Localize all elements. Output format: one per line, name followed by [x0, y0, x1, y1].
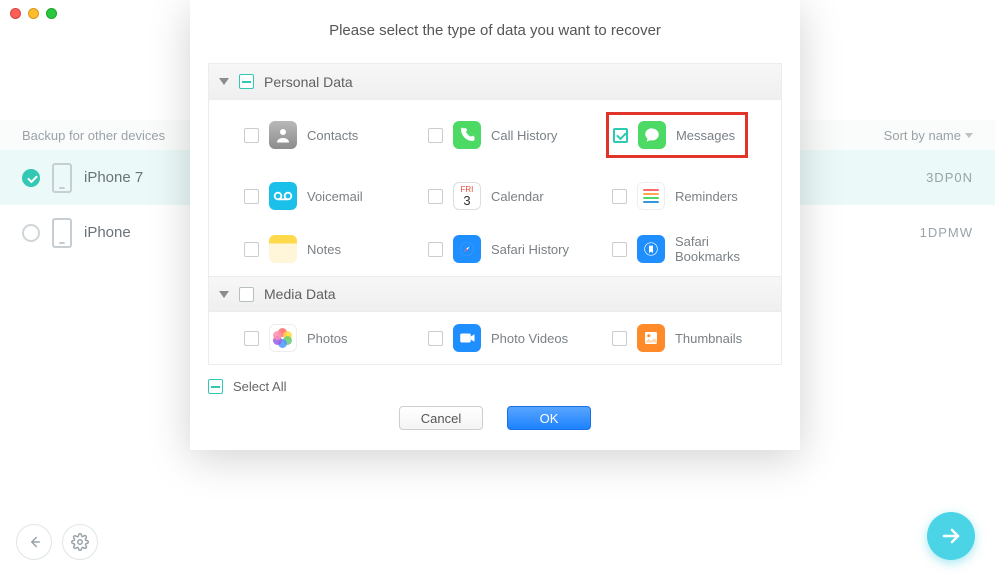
item-label-safarihx: Safari History — [491, 242, 569, 257]
data-type-item-messages[interactable]: Messages — [587, 112, 771, 158]
notes-icon — [269, 235, 297, 263]
device-radio[interactable] — [22, 224, 40, 242]
phone-icon — [52, 163, 72, 193]
item-checkbox-safaribm[interactable] — [612, 242, 627, 257]
reminders-icon — [637, 182, 665, 210]
gear-icon — [71, 533, 89, 551]
item-label-safaribm: Safari Bookmarks — [675, 234, 771, 264]
data-type-item-callhistory[interactable]: Call History — [403, 112, 587, 158]
cancel-button[interactable]: Cancel — [399, 406, 483, 430]
data-type-item-voicemail[interactable]: Voicemail — [219, 182, 403, 210]
item-label-thumbs: Thumbnails — [675, 331, 742, 346]
arrow-left-icon — [25, 533, 43, 551]
section-title-media: Media Data — [264, 286, 336, 302]
items-row: Voicemail FRI3 Calendar Reminders — [209, 170, 781, 222]
window-close-button[interactable] — [10, 8, 21, 19]
phone-icon — [52, 218, 72, 248]
calendar-icon: FRI3 — [453, 182, 481, 210]
item-checkbox-calendar[interactable] — [428, 189, 443, 204]
safaribm-icon — [637, 235, 665, 263]
modal-body: Personal Data Contacts Call History Message… — [208, 63, 782, 365]
callhistory-icon — [453, 121, 481, 149]
item-label-notes: Notes — [307, 242, 341, 257]
select-all-row: Select All — [208, 379, 782, 394]
cancel-label: Cancel — [421, 411, 461, 426]
item-checkbox-callhistory[interactable] — [428, 128, 443, 143]
settings-button[interactable] — [62, 524, 98, 560]
device-name: iPhone — [84, 224, 184, 241]
items-row: Contacts Call History Messages — [209, 100, 781, 170]
item-checkbox-thumbs[interactable] — [612, 331, 627, 346]
device-code: 3DP0N — [926, 170, 973, 185]
safarihx-icon — [453, 235, 481, 263]
data-type-item-safarihx[interactable]: Safari History — [403, 234, 587, 264]
data-type-item-reminders[interactable]: Reminders — [587, 182, 771, 210]
item-label-calendar: Calendar — [491, 189, 544, 204]
footer-controls — [16, 524, 98, 560]
data-type-item-photovids[interactable]: Photo Videos — [403, 324, 587, 352]
section-header-media: Media Data — [209, 276, 781, 312]
modal-title: Please select the type of data you want … — [190, 0, 800, 63]
data-type-item-notes[interactable]: Notes — [219, 234, 403, 264]
photos-icon — [269, 324, 297, 352]
photovids-icon — [453, 324, 481, 352]
window-minimize-button[interactable] — [28, 8, 39, 19]
item-checkbox-photos[interactable] — [244, 331, 259, 346]
item-label-callhistory: Call History — [491, 128, 557, 143]
data-type-item-contacts[interactable]: Contacts — [219, 112, 403, 158]
next-button[interactable] — [927, 512, 975, 560]
item-label-photovids: Photo Videos — [491, 331, 568, 346]
sort-label-text: Sort by name — [884, 128, 961, 143]
item-checkbox-contacts[interactable] — [244, 128, 259, 143]
modal-button-row: Cancel OK — [208, 406, 782, 430]
data-type-item-safaribm[interactable]: Safari Bookmarks — [587, 234, 771, 264]
data-type-item-photos[interactable]: Photos — [219, 324, 403, 352]
data-type-item-thumbs[interactable]: Thumbnails — [587, 324, 771, 352]
thumbs-icon — [637, 324, 665, 352]
item-checkbox-safarihx[interactable] — [428, 242, 443, 257]
messages-icon — [638, 121, 666, 149]
ok-label: OK — [540, 411, 559, 426]
expand-toggle-media[interactable] — [219, 291, 229, 298]
item-label-reminders: Reminders — [675, 189, 738, 204]
backup-for-other-label: Backup for other devices — [22, 128, 165, 143]
item-checkbox-reminders[interactable] — [612, 189, 627, 204]
select-all-checkbox[interactable] — [208, 379, 223, 394]
device-code: 1DPMW — [920, 225, 973, 240]
data-type-selection-modal: Please select the type of data you want … — [190, 0, 800, 450]
item-label-messages: Messages — [676, 128, 735, 143]
item-checkbox-voicemail[interactable] — [244, 189, 259, 204]
section-title-personal: Personal Data — [264, 74, 353, 90]
items-row: Photos Photo Videos Thumbnails — [209, 312, 781, 364]
item-checkbox-messages[interactable] — [613, 128, 628, 143]
section-header-personal: Personal Data — [209, 64, 781, 100]
item-checkbox-photovids[interactable] — [428, 331, 443, 346]
items-row: Notes Safari History Safari Bookmarks — [209, 222, 781, 276]
section-checkbox-media[interactable] — [239, 287, 254, 302]
item-label-voicemail: Voicemail — [307, 189, 363, 204]
item-label-contacts: Contacts — [307, 128, 358, 143]
contacts-icon — [269, 121, 297, 149]
data-type-item-calendar[interactable]: FRI3 Calendar — [403, 182, 587, 210]
window-zoom-button[interactable] — [46, 8, 57, 19]
section-checkbox-personal[interactable] — [239, 74, 254, 89]
item-label-photos: Photos — [307, 331, 347, 346]
arrow-right-icon — [939, 524, 963, 548]
device-name: iPhone 7 — [84, 169, 184, 186]
voicemail-icon — [269, 182, 297, 210]
sort-by-name-dropdown[interactable]: Sort by name — [884, 128, 973, 143]
window-controls — [10, 8, 57, 19]
expand-toggle-personal[interactable] — [219, 78, 229, 85]
modal-footer: Select All Cancel OK — [190, 365, 800, 450]
back-button[interactable] — [16, 524, 52, 560]
ok-button[interactable]: OK — [507, 406, 591, 430]
item-checkbox-notes[interactable] — [244, 242, 259, 257]
device-selected-radio[interactable] — [22, 169, 40, 187]
select-all-label: Select All — [233, 379, 286, 394]
